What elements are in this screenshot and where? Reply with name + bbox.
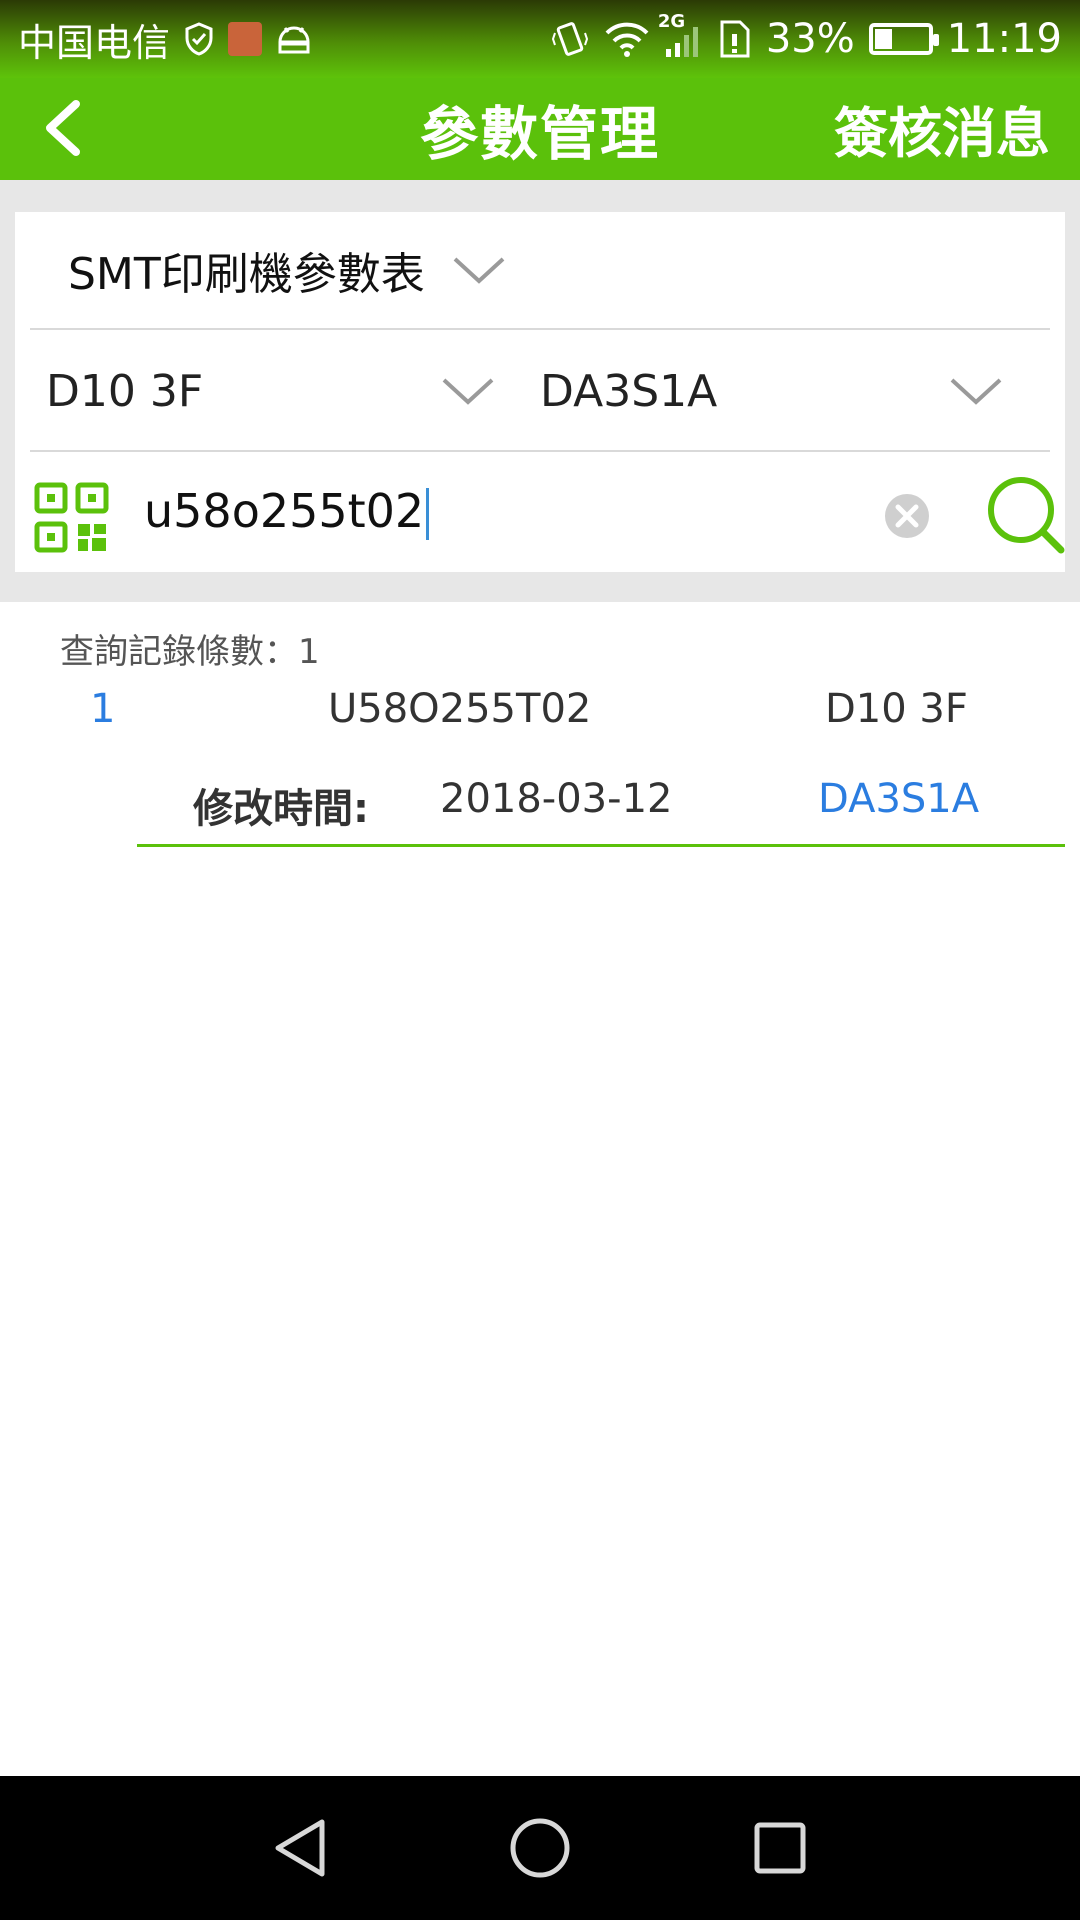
line-select-value: DA3S1A bbox=[540, 365, 718, 417]
modified-time: 2018-03-12 bbox=[440, 776, 673, 822]
nav-recents-button[interactable] bbox=[735, 1803, 825, 1893]
battery-percent: 33% bbox=[765, 16, 855, 62]
square-recents-icon bbox=[754, 1822, 806, 1874]
search-icon[interactable] bbox=[985, 474, 1067, 560]
item-divider bbox=[137, 844, 1065, 847]
clear-icon[interactable] bbox=[883, 492, 931, 544]
sim-alert-icon bbox=[718, 18, 752, 60]
selector-row: D10 3F DA3S1A bbox=[30, 330, 1050, 452]
android-icon bbox=[276, 22, 312, 56]
search-input[interactable]: u58o255t02 bbox=[144, 483, 430, 541]
nav-home-button[interactable] bbox=[495, 1803, 585, 1893]
chevron-down-icon bbox=[948, 374, 1004, 408]
floor-select[interactable]: D10 3F bbox=[30, 330, 500, 452]
navigation-bar bbox=[0, 1776, 1080, 1920]
table-select[interactable]: SMT印刷機參數表 bbox=[30, 212, 1050, 330]
qr-scan-icon[interactable] bbox=[34, 482, 110, 558]
record-count-value: 1 bbox=[298, 632, 320, 672]
item-line-link[interactable]: DA3S1A bbox=[818, 776, 979, 822]
table-select-value: SMT印刷機參數表 bbox=[68, 249, 425, 300]
record-count: 查詢記錄條數：1 bbox=[60, 624, 320, 673]
network-type-label: 2G bbox=[657, 11, 686, 32]
floor-select-value: D10 3F bbox=[46, 365, 204, 417]
wifi-icon bbox=[604, 21, 650, 57]
battery-icon bbox=[868, 23, 939, 55]
record-count-label: 查詢記錄條數： bbox=[60, 632, 298, 672]
circle-home-icon bbox=[510, 1818, 570, 1878]
app-header: 參數管理 簽核消息 bbox=[0, 78, 1080, 180]
carrier-label: 中国电信 bbox=[18, 20, 171, 65]
chevron-down-icon bbox=[440, 374, 496, 408]
item-floor: D10 3F bbox=[825, 686, 968, 732]
chevron-down-icon bbox=[451, 253, 507, 287]
vibrate-icon bbox=[550, 19, 590, 59]
triangle-back-icon bbox=[275, 1819, 325, 1877]
status-bar: 中国电信 2G 33% 11:19 bbox=[0, 0, 1080, 78]
signal-icon: 2G bbox=[658, 11, 704, 59]
search-row: u58o255t02 bbox=[30, 452, 1065, 572]
nav-back-button[interactable] bbox=[255, 1803, 345, 1893]
text-cursor bbox=[426, 488, 430, 541]
line-select[interactable]: DA3S1A bbox=[540, 330, 1050, 452]
search-input-value: u58o255t02 bbox=[144, 483, 425, 538]
item-index: 1 bbox=[90, 686, 116, 732]
filter-panel: SMT印刷機參數表 D10 3F DA3S1A u58o255t02 bbox=[15, 212, 1065, 572]
modified-time-label: 修改時間: bbox=[193, 786, 369, 832]
app-notification-icon bbox=[228, 22, 263, 56]
shield-icon bbox=[184, 22, 214, 56]
item-code: U58O255T02 bbox=[328, 686, 592, 732]
clock: 11:19 bbox=[946, 16, 1062, 62]
approval-messages-button[interactable]: 簽核消息 bbox=[834, 92, 1050, 165]
